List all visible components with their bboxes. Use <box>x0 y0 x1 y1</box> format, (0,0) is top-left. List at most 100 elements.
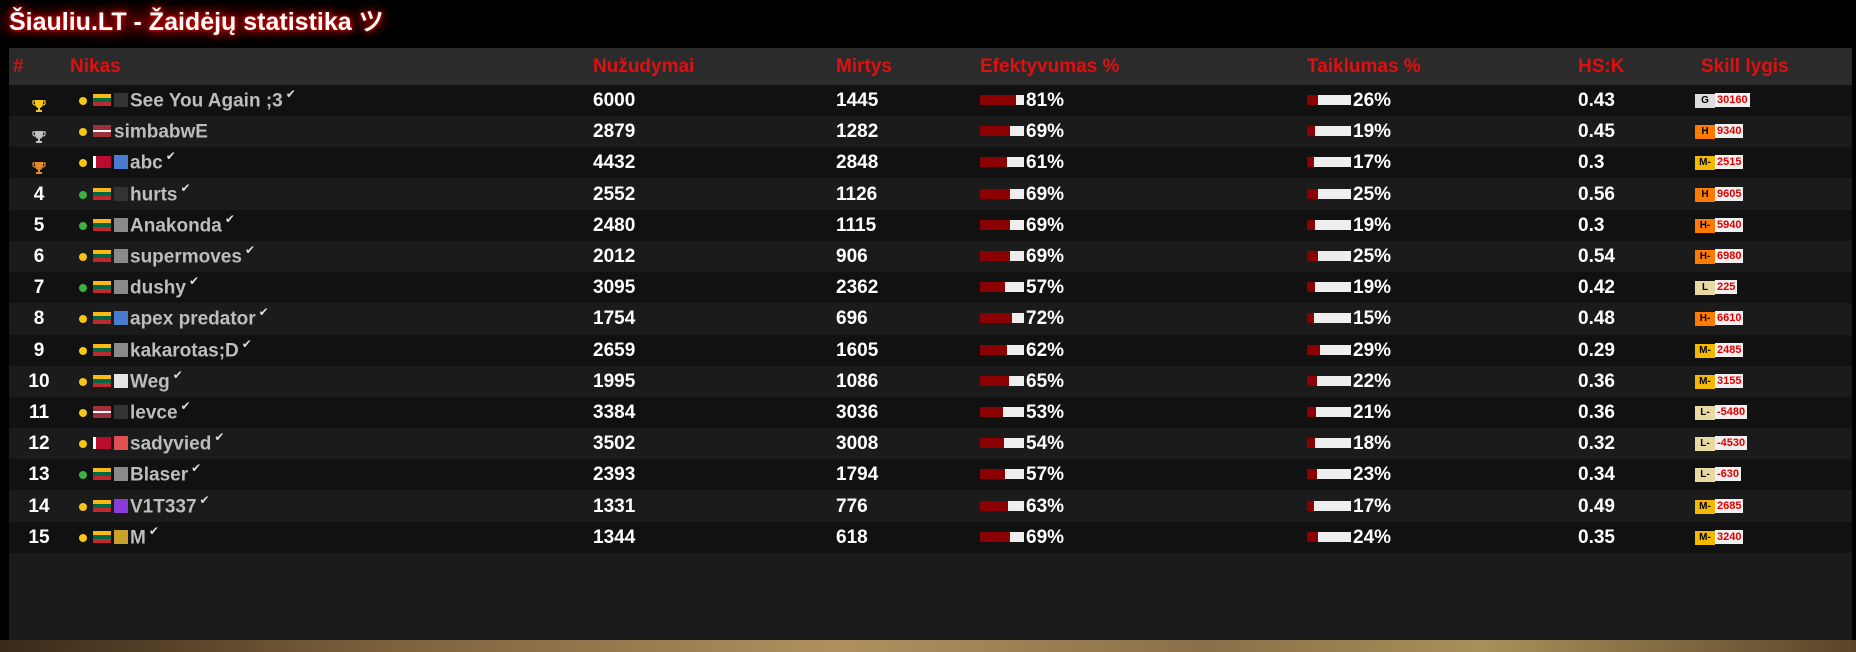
nick-cell[interactable]: apex predator ✔ <box>79 303 579 334</box>
checkmark-icon: ✔ <box>191 461 202 476</box>
skill-cell: L- -5480 <box>1695 397 1751 428</box>
table-row[interactable]: 12 sadyvied ✔ 3502 3008 54% 18% 0.32 L- -4530 <box>9 428 1852 460</box>
skill-level-icon: M- <box>1695 343 1715 358</box>
efficiency-bar <box>980 375 1024 386</box>
rank-cell: 13 <box>9 459 69 490</box>
nick-cell[interactable]: abc ✔ <box>79 147 579 178</box>
nick-cell[interactable]: Anakonda ✔ <box>79 210 579 241</box>
header-rank[interactable]: # <box>13 48 24 85</box>
efficiency-bar <box>980 282 1024 293</box>
flag-icon <box>93 530 111 543</box>
accuracy-cell: 17% <box>1307 147 1391 178</box>
nick-cell[interactable]: M ✔ <box>79 522 579 553</box>
accuracy-value: 29% <box>1353 339 1392 361</box>
nick-cell[interactable]: supermoves ✔ <box>79 241 579 272</box>
kills-value: 3384 <box>593 402 636 423</box>
table-row[interactable]: 4 hurts ✔ 2552 1126 69% 25% 0.56 H 9605 <box>9 178 1852 210</box>
player-name-link[interactable]: See You Again ;3 <box>130 90 283 111</box>
table-row[interactable]: 15 M ✔ 1344 618 69% 24% 0.35 M- 3240 <box>9 521 1852 553</box>
header-kills[interactable]: Nužudymai <box>593 48 694 85</box>
skill-badge: H- 6610 <box>1695 311 1751 327</box>
efficiency-cell: 57% <box>980 272 1064 303</box>
accuracy-value: 17% <box>1353 152 1392 174</box>
player-name-link[interactable]: supermoves <box>130 246 242 267</box>
deaths-value: 2848 <box>836 152 879 174</box>
checkmark-icon: ✔ <box>165 149 176 164</box>
skill-points: 3240 <box>1715 529 1744 544</box>
nick-cell[interactable]: V1T337 ✔ <box>79 491 579 522</box>
nick-cell[interactable]: See You Again ;3 ✔ <box>79 85 579 116</box>
player-name-link[interactable]: Anakonda <box>130 215 222 236</box>
player-avatar <box>114 217 128 232</box>
skill-badge: L- -5480 <box>1695 404 1751 420</box>
accuracy-cell: 24% <box>1307 522 1391 553</box>
efficiency-bar <box>980 219 1024 230</box>
rank-number: 7 <box>33 277 45 299</box>
efficiency-cell: 63% <box>980 491 1064 522</box>
player-name-link[interactable]: apex predator <box>130 309 256 330</box>
player-name-link[interactable]: M <box>130 527 146 548</box>
header-hsk[interactable]: HS:K <box>1578 48 1624 85</box>
trophy-gold-icon <box>31 93 47 112</box>
header-accuracy[interactable]: Taiklumas % <box>1307 48 1421 85</box>
table-row[interactable]: 10 Weg ✔ 1995 1086 65% 22% 0.36 M- 3155 <box>9 365 1852 397</box>
nick-cell[interactable]: hurts ✔ <box>79 179 579 210</box>
skill-level-icon: L- <box>1695 405 1715 420</box>
skill-badge: L- -630 <box>1695 467 1751 483</box>
header-nick[interactable]: Nikas <box>70 48 121 85</box>
player-name-link[interactable]: levce <box>130 402 178 423</box>
skill-level-icon: M- <box>1695 499 1715 514</box>
efficiency-cell: 57% <box>980 459 1064 490</box>
checkmark-icon: ✔ <box>258 305 269 320</box>
table-row[interactable]: 11 levce ✔ 3384 3036 53% 21% 0.36 L- -5480 <box>9 397 1852 428</box>
table-row[interactable]: simbabwE 2879 1282 69% 19% 0.45 H 9340 <box>9 116 1852 148</box>
skill-cell: H- 6610 <box>1695 303 1751 334</box>
table-row[interactable]: 6 supermoves ✔ 2012 906 69% 25% 0.54 H- 6980 <box>9 241 1852 272</box>
accuracy-value: 19% <box>1353 121 1392 143</box>
kills-value: 1344 <box>593 526 636 548</box>
deaths-value: 1115 <box>836 214 877 236</box>
player-name-link[interactable]: abc <box>130 153 163 174</box>
skill-points: 6980 <box>1715 248 1744 263</box>
table-row[interactable]: 13 Blaser ✔ 2393 1794 57% 23% 0.34 L- -630 <box>9 459 1852 491</box>
table-row[interactable]: 9 kakarotas;D ✔ 2659 1605 62% 29% 0.29 M- 2485 <box>9 334 1852 366</box>
efficiency-bar <box>980 157 1024 168</box>
header-deaths[interactable]: Mirtys <box>836 48 892 85</box>
accuracy-bar <box>1307 188 1351 199</box>
table-row[interactable]: 7 dushy ✔ 3095 2362 57% 19% 0.42 L 225 <box>9 272 1852 304</box>
nick-cell[interactable]: Blaser ✔ <box>79 459 579 490</box>
table-row[interactable]: See You Again ;3 ✔ 6000 1445 81% 26% 0.43 G 3016… <box>9 85 1852 116</box>
nick-cell[interactable]: Weg ✔ <box>79 366 579 397</box>
efficiency-value: 81% <box>1026 90 1065 111</box>
efficiency-value: 53% <box>1026 402 1065 423</box>
table-row[interactable]: 8 apex predator ✔ 1754 696 72% 15% 0.48 H- 6610 <box>9 303 1852 335</box>
header-efficiency[interactable]: Efektyvumas % <box>980 48 1119 85</box>
nick-cell[interactable]: kakarotas;D ✔ <box>79 335 579 366</box>
player-name-link[interactable]: simbabwE <box>114 122 208 143</box>
header-skill[interactable]: Skill lygis <box>1701 48 1789 85</box>
accuracy-cell: 19% <box>1307 210 1391 241</box>
table-row[interactable]: abc ✔ 4432 2848 61% 17% 0.3 M- 2515 <box>9 147 1852 179</box>
hsk-value: 0.42 <box>1578 277 1615 299</box>
rank-cell: 11 <box>9 397 69 428</box>
kills-value: 2552 <box>593 183 636 205</box>
nick-cell[interactable]: sadyvied ✔ <box>79 428 579 459</box>
skill-level-icon: H- <box>1695 312 1715 327</box>
skill-badge: M- 2685 <box>1695 498 1751 514</box>
player-name-link[interactable]: V1T337 <box>130 496 197 517</box>
accuracy-bar <box>1307 282 1351 293</box>
rank-number: 12 <box>28 433 50 455</box>
player-name-link[interactable]: kakarotas;D <box>130 340 239 361</box>
nick-cell[interactable]: dushy ✔ <box>79 272 579 303</box>
nick-cell[interactable]: levce ✔ <box>79 397 579 428</box>
nick-cell[interactable]: simbabwE <box>79 116 579 147</box>
accuracy-value: 19% <box>1353 277 1392 299</box>
player-name-link[interactable]: Weg <box>130 371 170 392</box>
player-name-link[interactable]: hurts <box>130 184 178 205</box>
player-name-link[interactable]: dushy <box>130 278 186 299</box>
player-name-link[interactable]: sadyvied <box>130 434 211 455</box>
player-avatar <box>114 373 128 388</box>
table-row[interactable]: 14 V1T337 ✔ 1331 776 63% 17% 0.49 M- 2685 <box>9 490 1852 522</box>
table-row[interactable]: 5 Anakonda ✔ 2480 1115 69% 19% 0.3 H- 5940 <box>9 209 1852 241</box>
player-name-link[interactable]: Blaser <box>130 465 188 486</box>
